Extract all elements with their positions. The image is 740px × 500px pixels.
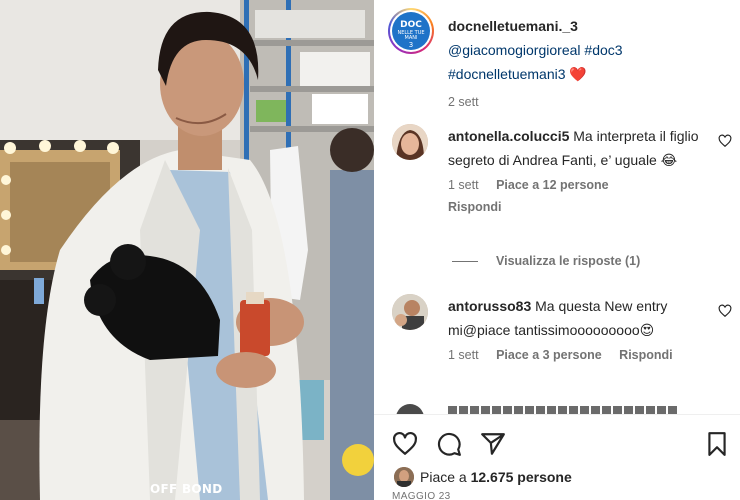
- author-avatar[interactable]: DOC NELLE TUE MANI 3: [388, 8, 434, 54]
- post-actions: Piace a 12.675 persone MAGGIO 23: [374, 414, 740, 500]
- comment-meta: 1 sett Piace a 3 persone Rispondi: [448, 346, 710, 364]
- comment-username[interactable]: antorusso83: [448, 298, 531, 314]
- liker-avatar: [394, 467, 414, 487]
- comment-icon[interactable]: [436, 431, 462, 457]
- heart-emoji: ❤️: [569, 66, 587, 82]
- like-comment-icon[interactable]: [718, 304, 732, 318]
- heart-icon[interactable]: [392, 431, 418, 457]
- likes-prefix: Piace a: [420, 469, 467, 485]
- comment-text-partial: [448, 406, 678, 414]
- post-photo: [0, 0, 374, 500]
- hashtag-link[interactable]: #docnelletuemani3: [448, 66, 566, 82]
- video-watermark: OFF BOND: [150, 482, 223, 496]
- mention-link[interactable]: @giacomogiorgioreal: [448, 42, 581, 58]
- post-date: MAGGIO 23: [392, 491, 451, 500]
- reply-button[interactable]: Rispondi: [619, 348, 672, 362]
- likes-count[interactable]: 12.675 persone: [471, 469, 572, 485]
- commenter-avatar-partial: [396, 404, 424, 414]
- commenter-avatar[interactable]: [392, 294, 428, 330]
- share-icon[interactable]: [480, 431, 506, 457]
- post-side-panel: DOC NELLE TUE MANI 3 docnelletuemani._3 …: [374, 0, 740, 500]
- author-username[interactable]: docnelletuemani._3: [448, 18, 578, 34]
- commenter-avatar[interactable]: [392, 124, 428, 160]
- caption-text: docnelletuemani._3 @giacomogiorgioreal #…: [448, 14, 738, 114]
- doc-logo: DOC NELLE TUE MANI 3: [392, 12, 430, 50]
- comment-time: 1 sett: [448, 178, 479, 192]
- view-replies-button[interactable]: Visualizza le risposte (1): [452, 254, 640, 268]
- reply-button[interactable]: Rispondi: [448, 200, 501, 214]
- comment-meta: 1 sett Piace a 12 persone: [448, 176, 710, 194]
- hashtag-link[interactable]: #doc3: [584, 42, 622, 58]
- post-time: 2 sett: [448, 95, 479, 109]
- replies-divider: [452, 260, 478, 262]
- like-comment-icon[interactable]: [718, 134, 732, 148]
- bookmark-icon[interactable]: [704, 431, 730, 457]
- post-media[interactable]: OFF BOND: [0, 0, 374, 500]
- comment-username[interactable]: antonella.colucci5: [448, 128, 569, 144]
- comment-likes[interactable]: Piace a 12 persone: [496, 178, 609, 192]
- post-likes[interactable]: Piace a 12.675 persone: [394, 467, 572, 487]
- comment-likes[interactable]: Piace a 3 persone: [496, 348, 602, 362]
- comment-time: 1 sett: [448, 348, 479, 362]
